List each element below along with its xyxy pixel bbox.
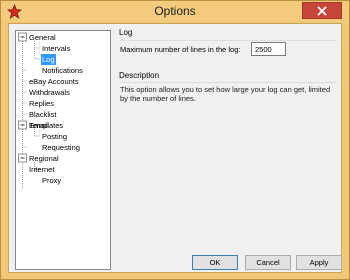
- tree-item-intervals[interactable]: Intervals: [41, 43, 71, 54]
- tree-item-proxy[interactable]: Proxy: [41, 175, 62, 186]
- tree-item-internet[interactable]: Internet: [28, 164, 55, 175]
- close-icon: [317, 6, 327, 15]
- tree-item-replies[interactable]: Replies: [28, 98, 55, 109]
- tree-item-log[interactable]: Log: [41, 54, 56, 65]
- tree-item-general[interactable]: General: [28, 32, 57, 43]
- tree-item-regional[interactable]: Regional: [28, 153, 60, 164]
- apply-button[interactable]: Apply: [296, 255, 342, 270]
- expander-general[interactable]: [18, 32, 27, 42]
- tree-item-blacklist[interactable]: Blacklist: [28, 109, 58, 120]
- expander-templates[interactable]: [18, 120, 27, 130]
- options-window: Options General Intervals Log Notificati…: [0, 0, 350, 280]
- max-lines-label: Maximum number of lines in the log:: [120, 45, 241, 54]
- description-text: This option allows you to set how large …: [120, 85, 331, 103]
- tree-item-requesting[interactable]: Requesting: [41, 142, 81, 153]
- max-lines-input[interactable]: [251, 42, 286, 56]
- expander-internet[interactable]: [18, 153, 27, 163]
- description-group-divider: [119, 82, 337, 83]
- dialog-client-area: General Intervals Log Notifications eBay…: [8, 23, 342, 273]
- tree-item-templates[interactable]: Templates: [28, 120, 64, 131]
- cancel-button[interactable]: Cancel: [245, 255, 291, 270]
- log-group-divider: [119, 40, 337, 41]
- options-tree[interactable]: General Intervals Log Notifications eBay…: [15, 30, 111, 270]
- tree-item-withdrawals[interactable]: Withdrawals: [28, 87, 71, 98]
- description-group-title: Description: [119, 71, 160, 80]
- title-bar[interactable]: Options: [1, 1, 349, 22]
- tree-item-posting[interactable]: Posting: [41, 131, 68, 142]
- ok-button[interactable]: OK: [192, 255, 238, 270]
- close-button[interactable]: [302, 2, 342, 19]
- tree-item-ebay-accounts[interactable]: eBay Accounts: [28, 76, 80, 87]
- log-group-title: Log: [119, 28, 133, 37]
- tree-item-notifications[interactable]: Notifications: [41, 65, 84, 76]
- window-title: Options: [154, 4, 196, 18]
